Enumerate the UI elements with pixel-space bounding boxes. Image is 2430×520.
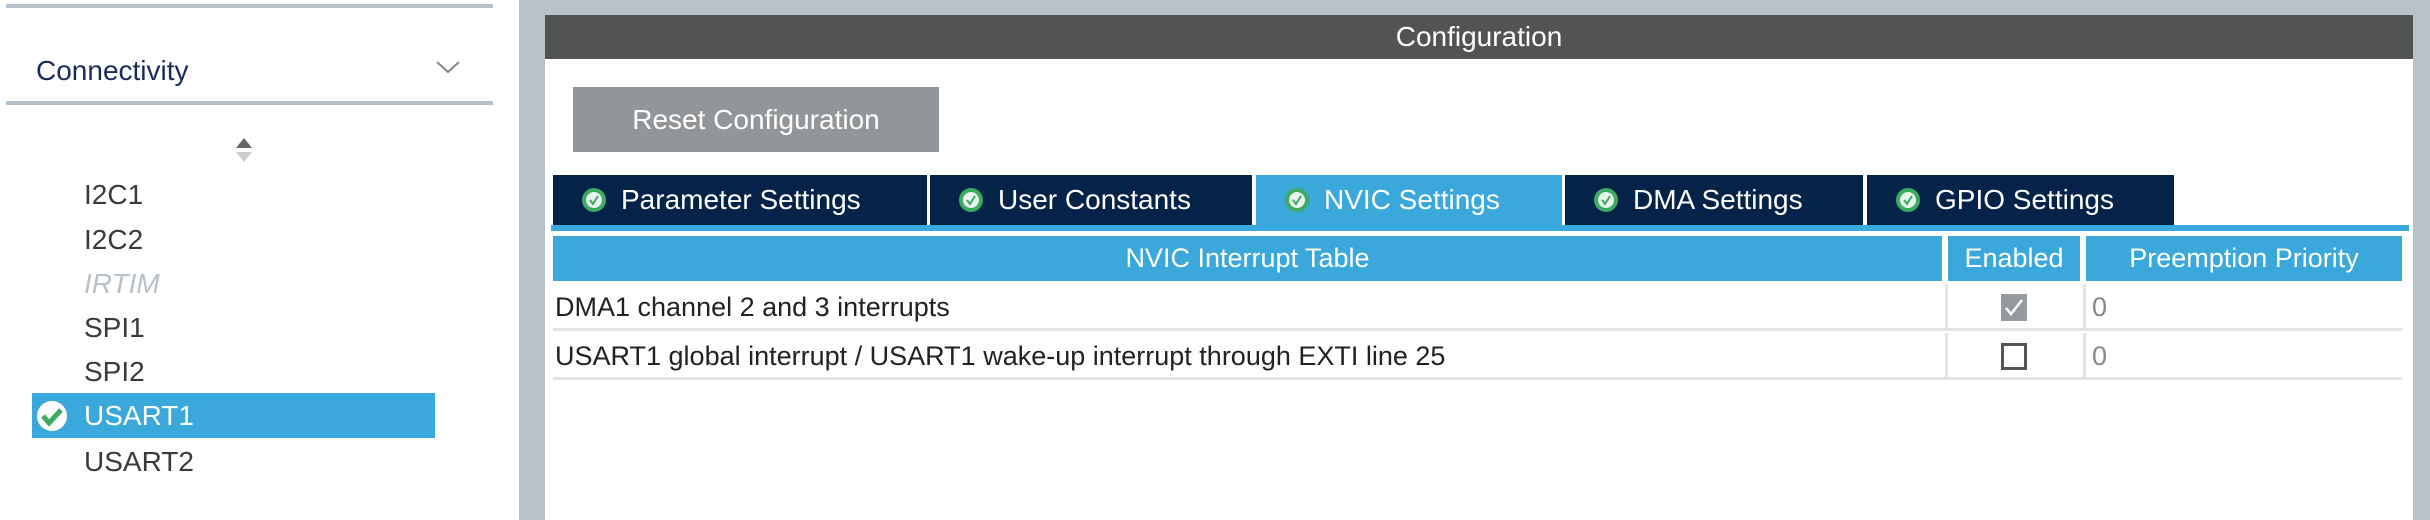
tab-label: NVIC Settings — [1324, 184, 1500, 215]
column-header-enabled[interactable]: Enabled — [1948, 236, 2080, 281]
tab-nvic-settings[interactable]: NVIC Settings — [1256, 175, 1562, 225]
sidebar-item-spi1[interactable]: SPI1 — [84, 306, 145, 350]
enabled-checkbox-checked[interactable] — [2001, 294, 2027, 321]
tab-gpio-settings[interactable]: GPIO Settings — [1867, 175, 2174, 225]
tab-label: User Constants — [998, 184, 1191, 215]
interrupt-name: USART1 global interrupt / USART1 wake-up… — [555, 341, 1446, 371]
enabled-checkbox-unchecked[interactable] — [2001, 343, 2027, 370]
tab-underline — [551, 225, 2409, 231]
tab-parameter-settings[interactable]: Parameter Settings — [553, 175, 927, 225]
divider — [6, 4, 493, 8]
sidebar-item-i2c2[interactable]: I2C2 — [84, 218, 143, 262]
category-title[interactable]: Connectivity — [36, 55, 189, 87]
tab-label: GPIO Settings — [1935, 184, 2114, 215]
check-circle-icon — [37, 401, 67, 431]
tab-label: Parameter Settings — [621, 184, 861, 215]
check-circle-icon — [1285, 188, 1309, 212]
frame — [519, 0, 2430, 15]
check-circle-icon — [1594, 188, 1618, 212]
scrollbar[interactable] — [2413, 0, 2430, 520]
sidebar: Connectivity I2C1 I2C2 IRTIM SPI1 SPI2 U… — [0, 0, 519, 520]
divider — [1945, 284, 1948, 331]
table-row[interactable]: DMA1 channel 2 and 3 interrupts 0 — [553, 284, 2402, 331]
preemption-priority-value[interactable]: 0 — [2086, 284, 2107, 331]
interrupt-name: DMA1 channel 2 and 3 interrupts — [555, 292, 950, 322]
column-header-interrupt[interactable]: NVIC Interrupt Table — [553, 236, 1942, 281]
tab-user-constants[interactable]: User Constants — [930, 175, 1252, 225]
preemption-priority-value[interactable]: 0 — [2086, 333, 2107, 380]
reset-configuration-button[interactable]: Reset Configuration — [573, 87, 939, 152]
column-header-preemption-priority[interactable]: Preemption Priority — [2086, 236, 2402, 281]
check-circle-icon — [1896, 188, 1920, 212]
sidebar-item-irtim: IRTIM — [84, 268, 160, 299]
check-circle-icon — [959, 188, 983, 212]
table-row[interactable]: USART1 global interrupt / USART1 wake-up… — [553, 333, 2402, 380]
tab-label: DMA Settings — [1633, 184, 1803, 215]
sidebar-item-spi2[interactable]: SPI2 — [84, 350, 145, 394]
configuration-header: Configuration — [545, 15, 2413, 59]
splitter[interactable] — [519, 0, 545, 520]
chevron-down-icon[interactable] — [434, 56, 462, 80]
check-circle-icon — [582, 188, 606, 212]
sidebar-item-usart1[interactable]: USART1 — [84, 394, 194, 438]
tab-dma-settings[interactable]: DMA Settings — [1565, 175, 1863, 225]
scroll-arrows-icon[interactable] — [234, 134, 254, 166]
divider — [1945, 333, 1948, 380]
divider — [6, 101, 493, 105]
sidebar-item-usart2[interactable]: USART2 — [84, 440, 194, 484]
sidebar-item-i2c1[interactable]: I2C1 — [84, 173, 143, 217]
